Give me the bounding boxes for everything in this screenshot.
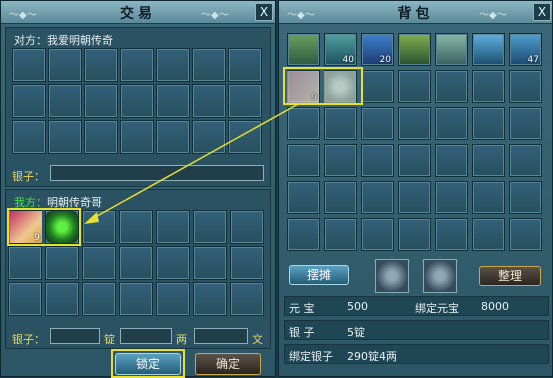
transfer-arrow (84, 102, 301, 224)
